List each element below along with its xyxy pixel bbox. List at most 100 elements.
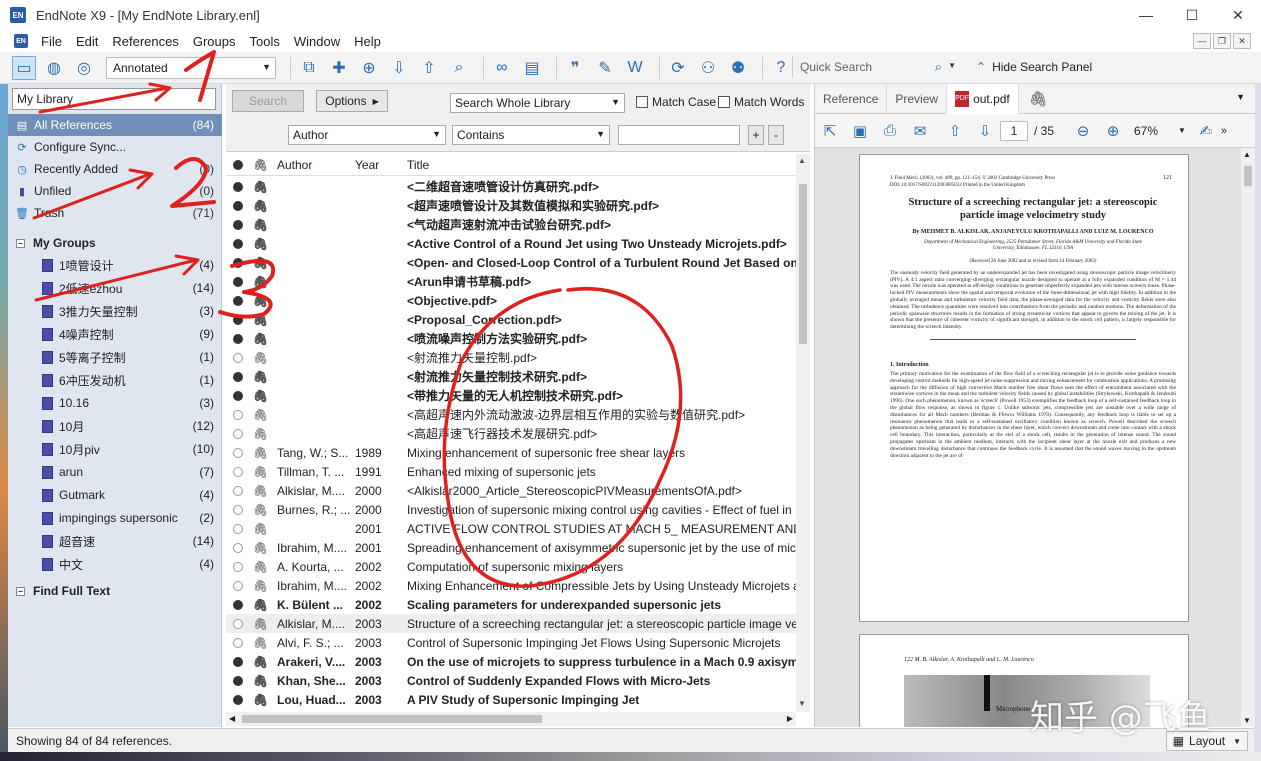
my-groups-header[interactable]: − My Groups [8, 232, 222, 254]
group-trash[interactable]: 🗑 Trash (71) [8, 202, 222, 224]
collapse-icon[interactable]: − [16, 586, 25, 596]
read-status-icon[interactable] [233, 694, 243, 705]
chevron-down-icon[interactable]: ▼ [1178, 126, 1186, 135]
attachment-icon[interactable]: 🖇 [253, 313, 268, 327]
pdf-viewer[interactable]: J. Fluid Mech. (2003), vol. 489, pp. 121… [815, 148, 1241, 727]
return-to-word-icon[interactable]: W [623, 56, 647, 80]
read-status-header-icon[interactable] [233, 159, 243, 170]
find-full-text-header[interactable]: − Find Full Text [8, 580, 222, 602]
table-row[interactable]: 🖇 <气动超声速射流冲击试验台研究.pdf> [226, 215, 796, 234]
read-status-icon[interactable] [233, 466, 243, 477]
group-item[interactable]: 4噪声控制 (9) [8, 323, 222, 345]
table-row[interactable]: 🖇 Khan, She... 2003 Control of Suddenly Exp… [226, 671, 796, 690]
tab-preview[interactable]: Preview [887, 83, 948, 114]
group-item[interactable]: impingings supersonic (2) [8, 507, 222, 529]
read-status-icon[interactable] [233, 276, 243, 287]
attachment-icon[interactable]: 🖇 [253, 389, 268, 403]
table-row[interactable]: 🖇 <高超声速飞行器技术发展研究.pdf> [226, 424, 796, 443]
group-item[interactable]: 超音速 (14) [8, 530, 222, 552]
export-icon[interactable]: ⇧ [417, 56, 441, 80]
menu-window[interactable]: Window [287, 34, 347, 49]
scroll-down-icon[interactable]: ▼ [798, 699, 806, 708]
scroll-right-icon[interactable]: ▶ [787, 714, 793, 723]
column-title[interactable]: Title [407, 158, 429, 172]
reference-list-hscrollbar[interactable]: ◀ ▶ [226, 712, 796, 726]
read-status-icon[interactable] [233, 390, 243, 401]
match-case-checkbox[interactable]: Match Case [636, 95, 716, 109]
scroll-up-icon[interactable]: ▲ [1243, 150, 1251, 159]
sync-icon[interactable]: ⟳ [666, 56, 690, 80]
collapse-icon[interactable]: − [16, 238, 25, 248]
table-row[interactable]: 🖇 Alkislar, M.... 2000 <Alkislar2000_Articl… [226, 481, 796, 500]
group-item[interactable]: 10月piv (10) [8, 438, 222, 460]
tab-pdf[interactable]: PDF out.pdf [947, 83, 1019, 114]
table-row[interactable]: 🖇 <超声速喷管设计及其数值模拟和实验研究.pdf> [226, 196, 796, 215]
save-icon[interactable]: ▣ [850, 121, 870, 141]
table-row[interactable]: 🖇 Alvi, F. S.; ... 2003 Control of Superson… [226, 633, 796, 652]
table-row[interactable]: 🖇 <射流推力矢量控制技术研究.pdf> [226, 367, 796, 386]
hide-search-panel-button[interactable]: ⌃ Hide Search Panel [976, 56, 1092, 78]
open-file-icon[interactable]: ▤ [520, 56, 544, 80]
group-configure-sync[interactable]: ⟳ Configure Sync... [8, 136, 222, 158]
read-status-icon[interactable] [233, 618, 243, 629]
search-field-select[interactable]: Author ▼ [288, 125, 446, 145]
panel-menu-icon[interactable]: ▼ [1236, 92, 1245, 102]
scrollbar-thumb[interactable] [799, 184, 807, 344]
read-status-icon[interactable] [233, 314, 243, 325]
search-scope-select[interactable]: Search Whole Library ▼ [450, 93, 625, 113]
attachment-icon[interactable]: 🖇 [253, 579, 268, 593]
read-status-icon[interactable] [233, 599, 243, 610]
read-status-icon[interactable] [233, 371, 243, 382]
checkbox-box[interactable] [636, 96, 648, 108]
read-status-icon[interactable] [233, 238, 243, 249]
attachment-icon[interactable]: 🖇 [253, 503, 268, 517]
zoom-out-icon[interactable]: ⊖ [1073, 121, 1093, 141]
mdi-restore-icon[interactable]: ❐ [1213, 33, 1231, 49]
zoom-select[interactable]: 67% [1134, 124, 1178, 138]
read-status-icon[interactable] [233, 542, 243, 553]
search-operator-select[interactable]: Contains ▼ [452, 125, 610, 145]
online-search-mode-icon[interactable]: ◍ [42, 56, 66, 80]
menu-edit[interactable]: Edit [69, 34, 105, 49]
table-row[interactable]: 🖇 Alkislar, M.... 2003 Structure of a scree… [226, 614, 796, 633]
pdf-scrollbar[interactable]: ▲ ▼ [1241, 148, 1255, 727]
email-icon[interactable]: ✉ [910, 121, 930, 141]
library-name-field[interactable]: My Library [12, 88, 216, 110]
menu-tools[interactable]: Tools [242, 34, 286, 49]
attachment-icon[interactable]: 🖇 [253, 332, 268, 346]
table-row[interactable]: 🖇 <Open- and Closed-Loop Control of a Tur… [226, 253, 796, 272]
attachment-icon[interactable]: 🖇 [253, 522, 268, 536]
table-row[interactable]: 🖇 <Active Control of a Round Jet using Tw… [226, 234, 796, 253]
table-row[interactable]: 🖇 Arakeri, V.... 2003 On the use of microje… [226, 652, 796, 671]
group-item[interactable]: 10.16 (3) [8, 392, 222, 414]
chevron-down-icon[interactable]: ▼ [948, 61, 956, 70]
maximize-icon[interactable]: ☐ [1169, 0, 1215, 30]
attachment-icon[interactable]: 🖇 [253, 408, 268, 422]
attachment-icon[interactable]: 🖇 [253, 256, 268, 270]
read-status-icon[interactable] [233, 447, 243, 458]
group-item[interactable]: arun (7) [8, 461, 222, 483]
quick-search-input[interactable]: Quick Search ⌕ ▼ [792, 56, 962, 78]
read-status-icon[interactable] [233, 219, 243, 230]
options-button[interactable]: Options ▶ [316, 90, 388, 112]
table-row[interactable]: 🖇 <带推力矢量的无人机控制技术研究.pdf> [226, 386, 796, 405]
table-row[interactable]: 🖇 <喷流噪声控制方法实验研究.pdf> [226, 329, 796, 348]
insert-citation-icon[interactable]: ❞ [563, 56, 587, 80]
attachment-icon[interactable]: 🖇 [253, 541, 268, 555]
group-item[interactable]: Gutmark (4) [8, 484, 222, 506]
attachment-icon[interactable]: 🖇 [253, 465, 268, 479]
share-group-icon[interactable]: ⚉ [726, 56, 750, 80]
online-search-icon[interactable]: ⊕ [357, 56, 381, 80]
scrollbar-thumb[interactable] [1244, 166, 1252, 186]
table-row[interactable]: 🖇 Burnes, R.; ... 2000 Investigation of sup… [226, 500, 796, 519]
table-row[interactable]: 🖇 <Proposal_Correction.pdf> [226, 310, 796, 329]
attachment-icon[interactable]: 🖇 [253, 655, 268, 669]
page-number-input[interactable]: 1 [1000, 120, 1028, 141]
table-row[interactable]: 🖇 Lou, Huad... 2003 A PIV Study of Superson… [226, 690, 796, 709]
table-row[interactable]: 🖇 <高超声速内外流动激波-边界层相互作用的实验与数值研究.pdf> [226, 405, 796, 424]
attachment-header-icon[interactable]: 🖇 [253, 158, 268, 172]
attachment-icon[interactable]: 🖇 [253, 560, 268, 574]
read-status-icon[interactable] [233, 181, 243, 192]
table-row[interactable]: 🖇 <射流推力矢量控制.pdf> [226, 348, 796, 367]
table-row[interactable]: 🖇 A. Kourta, ... 2002 Computation of supers… [226, 557, 796, 576]
